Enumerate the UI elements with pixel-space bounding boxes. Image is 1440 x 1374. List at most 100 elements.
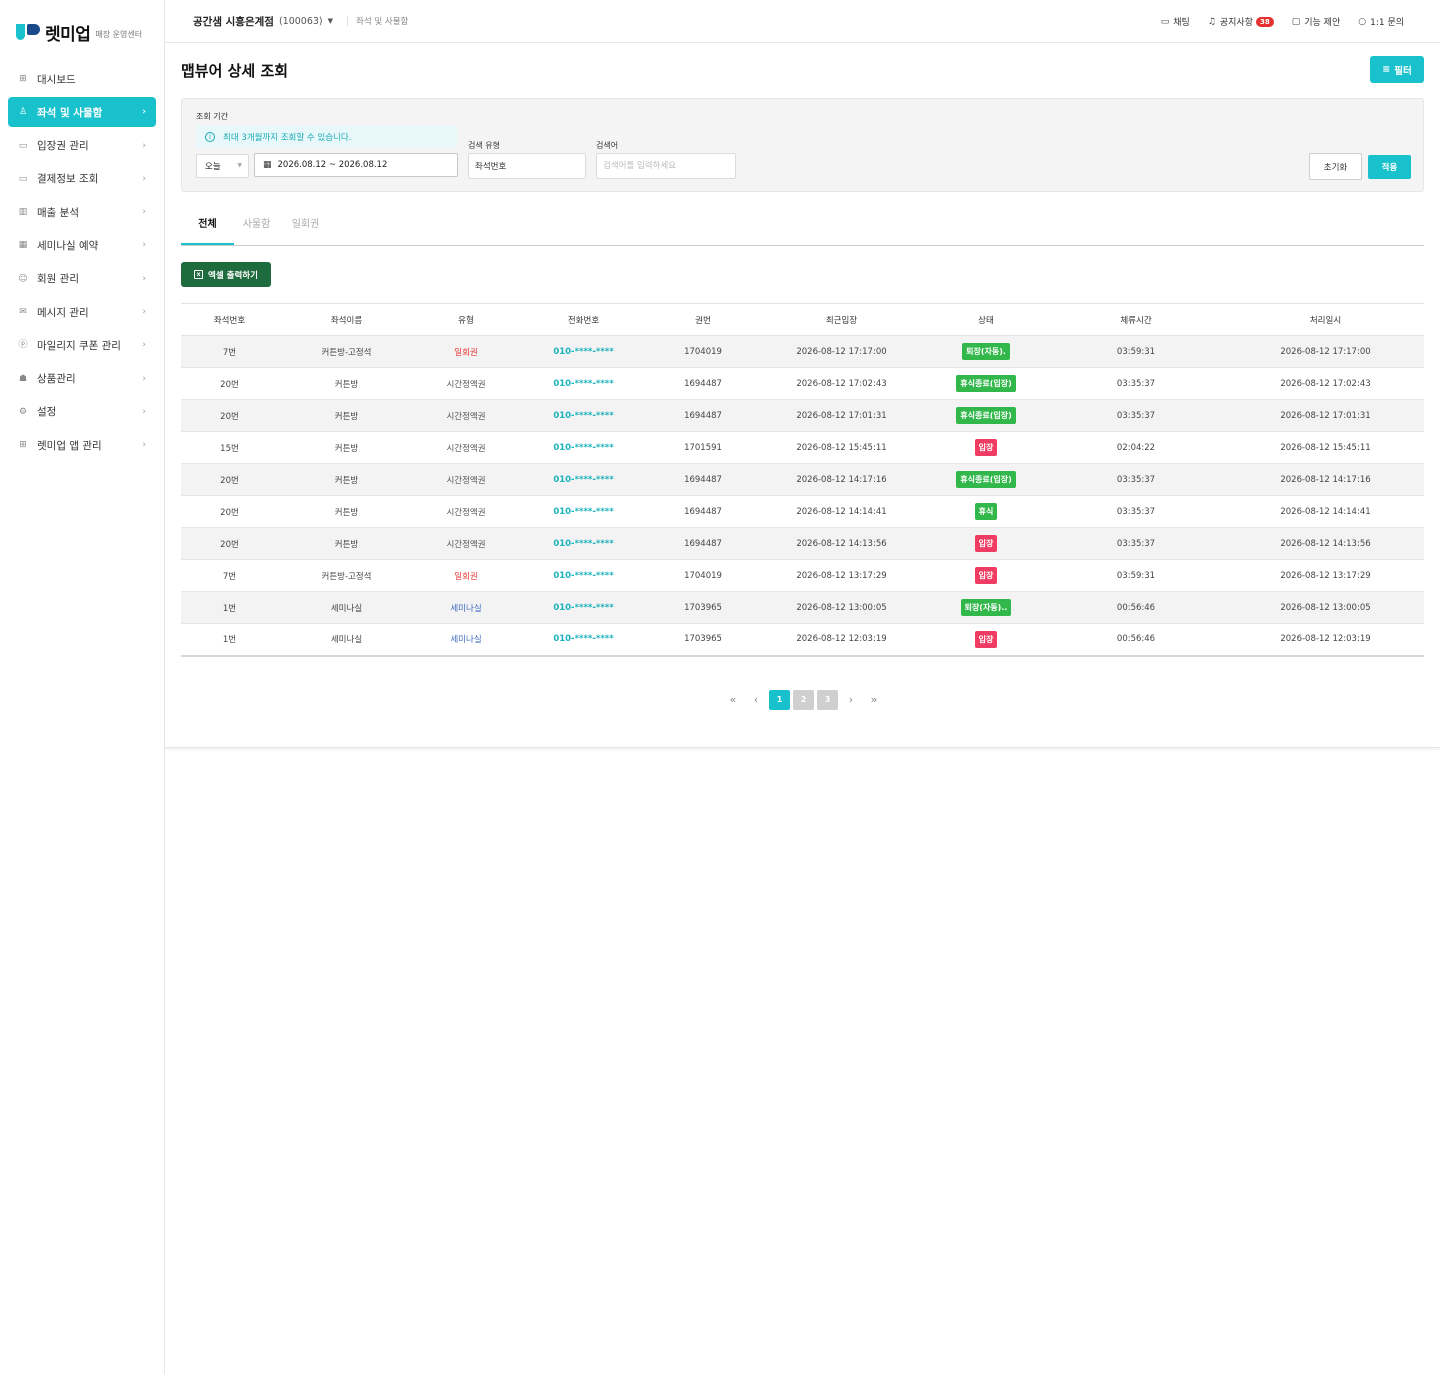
filter-button[interactable]: ≡ 필터 <box>1370 56 1424 83</box>
notice-link[interactable]: ♫ 공지사항 38 <box>1208 15 1274 28</box>
sidebar-item-1[interactable]: ♙ 좌석 및 사물함 › <box>8 97 156 128</box>
table-row[interactable]: 1번 세미나실 세미나실 010-****-**** 1703965 2026-08-12… <box>181 623 1424 657</box>
cell-ticket: 1694487 <box>650 463 756 496</box>
phone-link[interactable]: 010-****-**** <box>553 571 613 581</box>
phone-link[interactable]: 010-****-**** <box>553 379 613 389</box>
grid-icon: ⊞ <box>19 74 27 84</box>
phone-link[interactable]: 010-****-**** <box>553 443 613 453</box>
caret-down-icon[interactable]: ▼ <box>328 17 333 25</box>
chat-link[interactable]: ▭ 채팅 <box>1161 15 1190 29</box>
phone-link[interactable]: 010-****-**** <box>553 475 613 485</box>
prev-page-icon[interactable]: ‹ <box>746 690 766 710</box>
table-row[interactable]: 20번 커튼방 시간정액권 010-****-**** 1694487 2026-08-1… <box>181 463 1424 496</box>
inquiry-link[interactable]: ○ 1:1 문의 <box>1358 15 1404 29</box>
chevron-right-icon: › <box>142 307 146 318</box>
type-label: 일회권 <box>454 347 478 358</box>
status-badge: 퇴장(자동). <box>962 343 1010 360</box>
logo[interactable]: 렛미업 매장 운영센터 <box>0 0 164 64</box>
sidebar-item-8[interactable]: ⓟ 마일리지 쿠폰 관리 › <box>8 330 156 360</box>
apps-icon: ⊞ <box>19 440 27 451</box>
table-row[interactable]: 20번 커튼방 시간정액권 010-****-**** 1694487 2026-08-1… <box>181 367 1424 400</box>
store-code[interactable]: (100063) <box>279 16 323 27</box>
tab-2[interactable]: 일회권 <box>279 206 332 245</box>
sidebar-item-11[interactable]: ⊞ 렛미업 앱 관리 › <box>8 430 156 460</box>
chevron-down-icon: ▼ <box>237 162 242 169</box>
cell-ticket: 1694487 <box>650 367 756 400</box>
phone-link[interactable]: 010-****-**** <box>553 634 613 644</box>
main-content: 맵뷰어 상세 조회 ≡ 필터 조회 기간 i 최대 3개월까지 조회할 수 있습니다… <box>165 43 1440 748</box>
phone-link[interactable]: 010-****-**** <box>553 507 613 517</box>
cell-status: 입장 <box>927 527 1045 560</box>
type-label: 시간정액권 <box>446 507 486 518</box>
cell-seat: 20번 <box>181 399 278 432</box>
date-range-picker[interactable]: ▦ 2026.08.12 ~ 2026.08.12 <box>254 153 458 177</box>
phone-link[interactable]: 010-****-**** <box>553 411 613 421</box>
column-header: 전화번호 <box>517 303 650 336</box>
suggest-link[interactable]: ▢ 기능 제안 <box>1292 15 1341 29</box>
phone-link[interactable]: 010-****-**** <box>553 539 613 549</box>
sidebar-item-5[interactable]: ▦ 세미나실 예약 › <box>8 230 156 260</box>
cell-seat: 1번 <box>181 623 278 657</box>
cell-stay: 03:35:37 <box>1045 527 1227 560</box>
tab-0[interactable]: 전체 <box>181 206 234 245</box>
first-page-icon[interactable]: « <box>723 690 743 710</box>
cell-name: 커튼방 <box>278 463 415 496</box>
cell-name: 세미나실 <box>278 623 415 657</box>
page-button[interactable]: 2 <box>793 690 814 710</box>
cell-processed: 2026-08-12 13:17:29 <box>1227 559 1424 592</box>
sidebar-item-label: 설정 <box>37 406 57 419</box>
cell-processed: 2026-08-12 17:02:43 <box>1227 367 1424 400</box>
sidebar-item-2[interactable]: ▭ 입장권 관리 › <box>8 131 156 161</box>
sidebar-item-9[interactable]: ☗ 상품관리 › <box>8 364 156 394</box>
pagination: «‹ 1 2 3 ›» <box>723 690 884 710</box>
reset-button[interactable]: 초기화 <box>1309 153 1362 180</box>
page-button[interactable]: 1 <box>769 690 790 710</box>
status-badge: 입장 <box>974 630 998 648</box>
cell-name: 커튼방 <box>278 367 415 400</box>
type-label: 시간정액권 <box>446 411 486 422</box>
cell-phone: 010-****-**** <box>517 367 650 400</box>
sidebar-item-label: 회원 관리 <box>37 273 79 286</box>
cell-phone: 010-****-**** <box>517 559 650 592</box>
table-row[interactable]: 20번 커튼방 시간정액권 010-****-**** 1694487 2026-08-1… <box>181 495 1424 528</box>
store-name[interactable]: 공간샘 시흥은계점 <box>193 14 274 29</box>
cell-status: 휴식종료(입장) <box>927 399 1045 432</box>
cell-name: 세미나실 <box>278 591 415 624</box>
tab-1[interactable]: 사물함 <box>230 206 283 245</box>
table-row[interactable]: 7번 커튼방-고정석 일회권 010-****-**** 1704019 2026-08-… <box>181 335 1424 368</box>
cell-phone: 010-****-**** <box>517 591 650 624</box>
cell-recent: 2026-08-12 17:17:00 <box>756 335 927 368</box>
table-row[interactable]: 1번 세미나실 세미나실 010-****-**** 1703965 2026-08-12… <box>181 591 1424 624</box>
status-badge: 휴식종료(입장) <box>956 407 1016 424</box>
period-label: 조회 기간 <box>196 112 228 121</box>
table-row[interactable]: 20번 커튼방 시간정액권 010-****-**** 1694487 2026-08-1… <box>181 527 1424 560</box>
chevron-right-icon: › <box>142 173 146 184</box>
cell-stay: 03:59:31 <box>1045 559 1227 592</box>
sidebar-item-label: 렛미업 앱 관리 <box>37 439 102 452</box>
sidebar-item-4[interactable]: ▥ 매출 분석 › <box>8 197 156 227</box>
search-type-select[interactable]: 좌석번호 <box>468 153 586 179</box>
sidebar-item-7[interactable]: ✉ 메시지 관리 › <box>8 297 156 327</box>
phone-link[interactable]: 010-****-**** <box>553 347 613 357</box>
excel-export-button[interactable]: x 엑셀 출력하기 <box>181 262 271 287</box>
sidebar-item-label: 결제정보 조회 <box>37 173 99 186</box>
next-page-icon[interactable]: › <box>841 690 861 710</box>
sidebar-item-10[interactable]: ⚙ 설정 › <box>8 397 156 427</box>
last-page-icon[interactable]: » <box>864 690 884 710</box>
cell-recent: 2026-08-12 14:17:16 <box>756 463 927 496</box>
table-row[interactable]: 15번 커튼방 시간정액권 010-****-**** 1701591 2026-08-1… <box>181 431 1424 464</box>
phone-link[interactable]: 010-****-**** <box>553 603 613 613</box>
table-row[interactable]: 20번 커튼방 시간정액권 010-****-**** 1694487 2026-08-1… <box>181 399 1424 432</box>
sidebar-item-0[interactable]: ⊞ 대시보드 <box>8 64 156 94</box>
period-select[interactable]: 오늘 ▼ <box>196 154 249 178</box>
sidebar-item-6[interactable]: ☺ 회원 관리 › <box>8 264 156 294</box>
table-row[interactable]: 7번 커튼방-고정석 일회권 010-****-**** 1704019 2026-08-… <box>181 559 1424 592</box>
status-badge: 휴식종료(입장) <box>956 471 1016 488</box>
cell-ticket: 1694487 <box>650 527 756 560</box>
apply-button[interactable]: 적용 <box>1368 155 1411 179</box>
sidebar-item-3[interactable]: ▭ 결제정보 조회 › <box>8 164 156 194</box>
sidebar-item-label: 대시보드 <box>37 73 76 86</box>
search-input[interactable] <box>596 153 736 179</box>
cell-processed: 2026-08-12 15:45:11 <box>1227 431 1424 464</box>
page-button[interactable]: 3 <box>817 690 838 710</box>
